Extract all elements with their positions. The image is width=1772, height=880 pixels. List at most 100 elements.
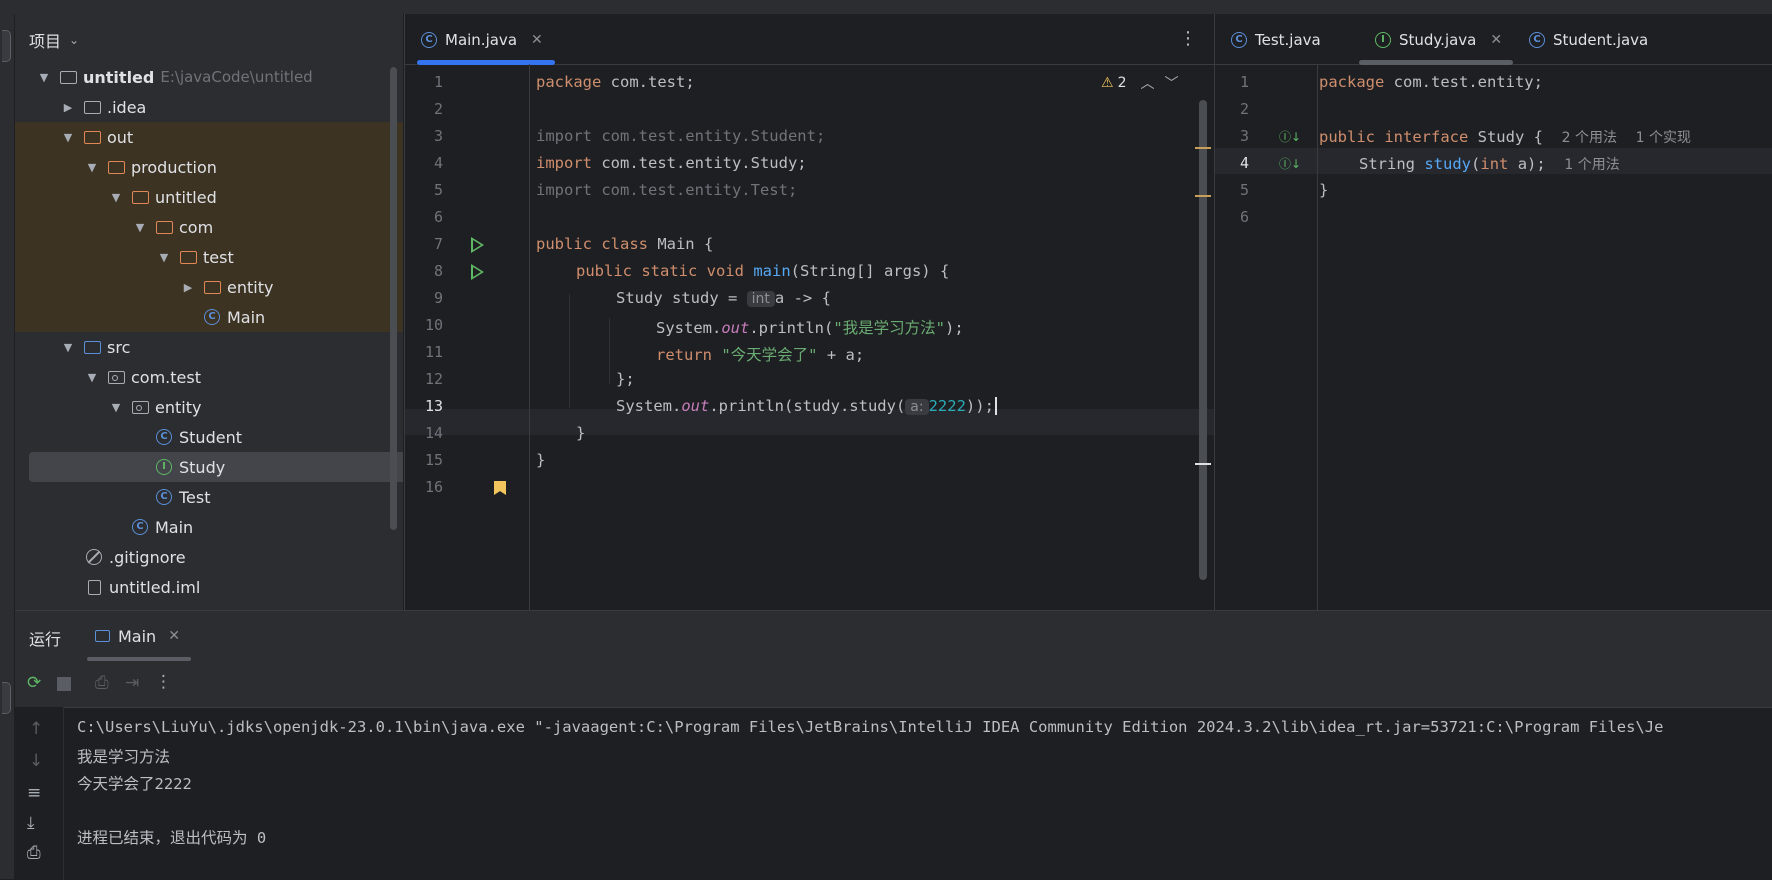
tree-item-production[interactable]: ▼ production: [15, 152, 403, 182]
code-line-8[interactable]: public static void main(String[] args) {: [576, 262, 949, 280]
tree-item-student[interactable]: C Student: [15, 422, 403, 452]
code-line-4[interactable]: String study(int a); 1 个用法: [1359, 154, 1620, 174]
right-editor: C Test.java I Study.java ✕ C Student.jav…: [1214, 14, 1772, 610]
run-tool-button[interactable]: [2, 682, 11, 714]
implemented-icon[interactable]: Ⓘ↓: [1279, 155, 1301, 172]
usages-hint[interactable]: 2 个用法: [1562, 130, 1617, 146]
code-line-12[interactable]: };: [616, 370, 635, 388]
chevron-down-icon[interactable]: ▼: [37, 70, 51, 84]
code-line-1[interactable]: package com.test;: [536, 73, 695, 91]
print-icon[interactable]: ⎙: [27, 843, 41, 863]
line-number-current: 13: [424, 397, 443, 415]
arrow-down-icon[interactable]: ↓: [29, 751, 43, 771]
tree-item-untitled-out[interactable]: ▼ untitled: [15, 182, 403, 212]
title-bar-strip: [0, 0, 1772, 15]
tree-item-com[interactable]: ▼ com: [15, 212, 403, 242]
code-line-7[interactable]: public class Main {: [536, 235, 713, 253]
tree-item-label: test: [203, 247, 234, 267]
excluded-folder-icon: [107, 158, 125, 176]
gutter-divider: [529, 64, 530, 610]
scroll-to-end-icon[interactable]: ⤓: [27, 813, 35, 833]
module-folder-icon: [59, 68, 77, 86]
tab-student-java[interactable]: C Student.java: [1529, 24, 1648, 56]
run-class-icon[interactable]: [471, 237, 484, 253]
run-main-icon[interactable]: [471, 264, 484, 280]
tab-test-java[interactable]: C Test.java: [1231, 24, 1321, 56]
code-line-10[interactable]: System.out.println("我是学习方法");: [656, 316, 964, 338]
chevron-down-icon[interactable]: ▼: [109, 400, 123, 414]
code-line-15[interactable]: }: [536, 451, 545, 469]
chevron-down-icon[interactable]: ▼: [61, 130, 75, 144]
tree-item-gitignore[interactable]: .gitignore: [15, 542, 403, 572]
right-editor-tabbar: C Test.java I Study.java ✕ C Student.jav…: [1215, 14, 1772, 65]
tree-item-root[interactable]: ▼ untitled E:\javaCode\untitled: [15, 62, 403, 92]
usages-hint[interactable]: 1 个用法: [1564, 157, 1619, 173]
more-options-icon[interactable]: ⋮: [155, 672, 172, 692]
chevron-down-icon[interactable]: ▼: [157, 250, 171, 264]
tree-item-com-test[interactable]: ▼ com.test: [15, 362, 403, 392]
code-line-5[interactable]: }: [1319, 181, 1328, 199]
code-line-9[interactable]: Study study = int a -> {: [616, 289, 831, 307]
soft-wrap-icon[interactable]: ≡: [27, 783, 41, 803]
tree-item-study[interactable]: I Study: [15, 452, 403, 482]
inspection-widget[interactable]: ⚠ 2 ︿ ﹀: [1101, 73, 1178, 93]
implementations-hint[interactable]: 1 个实现: [1636, 130, 1691, 146]
chevron-down-icon[interactable]: ▼: [109, 190, 123, 204]
code-line-1[interactable]: package com.test.entity;: [1319, 73, 1543, 91]
tab-main-java[interactable]: C Main.java ✕: [421, 24, 543, 56]
code-line-3[interactable]: public interface Study { 2 个用法 1 个实现: [1319, 127, 1691, 147]
code-line-5[interactable]: import com.test.entity.Test;: [536, 181, 797, 199]
close-icon[interactable]: ✕: [1490, 32, 1502, 48]
tab-study-java[interactable]: I Study.java ✕: [1375, 24, 1502, 56]
tree-item-main[interactable]: C Main: [15, 512, 403, 542]
close-icon[interactable]: ✕: [168, 628, 180, 644]
code-line-4[interactable]: import com.test.entity.Study;: [536, 154, 807, 172]
project-tool-button[interactable]: [2, 30, 11, 62]
chevron-down-icon[interactable]: ⌄: [69, 33, 79, 47]
main-editor: C Main.java ✕ ⋮ 1 2 3 4 5 6 7 8 9 10 11 …: [404, 14, 1215, 610]
project-panel-header[interactable]: 项目 ⌄: [29, 28, 79, 52]
rerun-icon[interactable]: ⟳: [27, 673, 41, 693]
code-line-14[interactable]: }: [576, 424, 585, 442]
chevron-right-icon[interactable]: ▶: [61, 100, 75, 114]
warning-stripe-marker[interactable]: [1195, 195, 1211, 197]
stop-icon[interactable]: [57, 677, 71, 691]
code-line-11[interactable]: return "今天学会了" + a;: [656, 343, 864, 365]
tree-item-test[interactable]: ▼ test: [15, 242, 403, 272]
chevron-down-icon[interactable]: ﹀: [1164, 73, 1178, 93]
console-line: 我是学习方法: [77, 748, 171, 766]
line-number: 3: [1239, 127, 1249, 145]
tree-item-entity[interactable]: ▼ entity: [15, 392, 403, 422]
chevron-down-icon[interactable]: ▼: [85, 370, 99, 384]
tree-item-entity-out[interactable]: ▶ entity: [15, 272, 403, 302]
run-toolbar: ⟳ ⎙ ⇥ ⋮: [15, 661, 1772, 708]
camera-icon[interactable]: ⎙: [95, 673, 109, 693]
editor-scrollbar[interactable]: [1199, 100, 1207, 580]
chevron-right-icon[interactable]: ▶: [181, 280, 195, 294]
restore-layout-icon[interactable]: ⇥: [125, 673, 139, 693]
code-line-13[interactable]: System.out.println(study.study(a: 2222));: [616, 397, 997, 415]
tree-item-src[interactable]: ▼ src: [15, 332, 403, 362]
close-icon[interactable]: ✕: [531, 32, 543, 48]
tree-item-idea[interactable]: ▶ .idea: [15, 92, 403, 122]
tree-item-test-class[interactable]: C Test: [15, 482, 403, 512]
code-line-3[interactable]: import com.test.entity.Student;: [536, 127, 825, 145]
chevron-down-icon[interactable]: ▼: [133, 220, 147, 234]
implemented-icon[interactable]: Ⓘ↓: [1279, 128, 1301, 145]
tree-item-iml[interactable]: untitled.iml: [15, 572, 403, 602]
arrow-up-icon[interactable]: ↑: [29, 719, 43, 739]
chevron-up-icon[interactable]: ︿: [1140, 73, 1154, 93]
warning-icon: ⚠: [1101, 75, 1114, 91]
run-tab-main[interactable]: Main ✕: [95, 621, 180, 651]
tree-item-out[interactable]: ▼ out: [15, 122, 403, 152]
chevron-down-icon[interactable]: ▼: [85, 160, 99, 174]
line-number: 7: [433, 235, 443, 253]
line-number: 3: [433, 127, 443, 145]
warning-stripe-marker[interactable]: [1195, 147, 1211, 149]
chevron-down-icon[interactable]: ▼: [61, 340, 75, 354]
line-number-current: 4: [1239, 154, 1249, 172]
more-options-icon[interactable]: ⋮: [1179, 28, 1197, 49]
tree-item-main-out[interactable]: C Main: [15, 302, 403, 332]
bookmark-icon[interactable]: [494, 481, 506, 495]
project-scrollbar[interactable]: [390, 67, 397, 530]
